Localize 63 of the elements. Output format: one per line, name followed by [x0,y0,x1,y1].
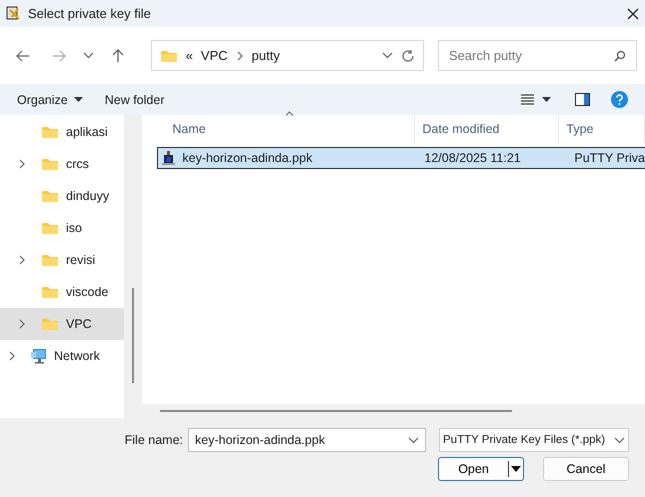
dropdown-chevron-icon[interactable] [408,436,419,444]
close-icon[interactable] [627,8,639,20]
file-row[interactable]: key-horizon-adinda.ppk 12/08/2025 11:21 PuTTY Priva [157,147,645,169]
cancel-button[interactable]: Cancel [543,457,629,481]
address-dropdown-icon[interactable] [382,52,393,59]
folder-icon [41,253,59,267]
sidebar-item[interactable]: aplikasi [0,116,124,148]
caret-icon[interactable] [509,466,523,472]
sidebar-item[interactable]: VPC [0,308,124,340]
sidebar-item[interactable]: revisi [0,244,124,276]
view-options-caret-icon[interactable] [542,97,551,102]
network-icon [30,348,48,364]
column-header[interactable]: Name [142,115,416,143]
breadcrumb[interactable]: VPC [200,48,228,63]
search-field[interactable]: Search putty [438,40,637,71]
folder-icon [41,221,59,235]
file-type-dropdown[interactable]: PuTTY Private Key Files (*.ppk) [439,428,629,452]
overflow-chevrons[interactable]: « [186,48,193,63]
search-placeholder: Search putty [448,48,522,63]
refresh-icon[interactable] [400,48,415,62]
expand-chevron-icon[interactable] [18,319,26,329]
open-button[interactable]: Open [438,457,524,481]
caret-icon[interactable] [74,97,83,102]
search-icon[interactable] [614,50,626,62]
app-icon [6,6,22,22]
sidebar-item[interactable]: viscode [0,276,124,308]
breadcrumb[interactable]: putty [252,48,280,63]
expand-chevron-icon[interactable] [18,159,26,169]
dropdown-chevron-icon[interactable] [614,436,625,444]
file-name-cell: key-horizon-adinda.ppk [182,151,312,165]
view-list-icon[interactable] [521,94,534,105]
horizontal-scrollbar[interactable] [160,410,512,412]
key-file-icon [161,150,178,166]
folder-icon [41,125,59,139]
date-cell-text: 12/08/2025 11:21 [423,151,522,165]
sidebar-item[interactable]: crcs [0,148,124,180]
folder-icon [41,285,59,299]
expand-chevron-icon[interactable] [8,351,16,361]
folder-icon [41,317,59,331]
sidebar-item[interactable]: Network [0,340,124,372]
column-header[interactable]: Date modified [415,115,560,143]
vertical-scrollbar[interactable] [132,288,134,383]
help-icon[interactable] [611,91,628,108]
sort-caret-icon [285,111,294,116]
folder-icon [41,157,59,171]
organize-menu[interactable]: Organize [17,92,83,106]
sidebar-item[interactable]: dinduyy [0,180,124,212]
address-bar[interactable]: « VPC putty [150,40,424,71]
breadcrumb-separator-icon[interactable] [236,50,244,60]
column-header[interactable]: Type [559,115,645,143]
expand-chevron-icon[interactable] [18,255,26,265]
folder-icon [41,189,59,203]
file-name-field[interactable]: key-horizon-adinda.ppk [188,428,426,452]
type-cell-text: PuTTY Priva [573,151,645,165]
file-name-label: File name: [124,433,183,447]
folder-icon [160,48,178,62]
up-arrow-icon[interactable] [112,48,124,62]
recent-locations-chevron-icon[interactable] [82,52,94,59]
preview-pane-icon[interactable] [575,93,590,106]
back-arrow-icon[interactable] [16,50,30,62]
sidebar-item[interactable]: iso [0,212,124,244]
new-folder-button[interactable]: New folder [104,92,164,106]
window-title: Select private key file [28,6,152,21]
